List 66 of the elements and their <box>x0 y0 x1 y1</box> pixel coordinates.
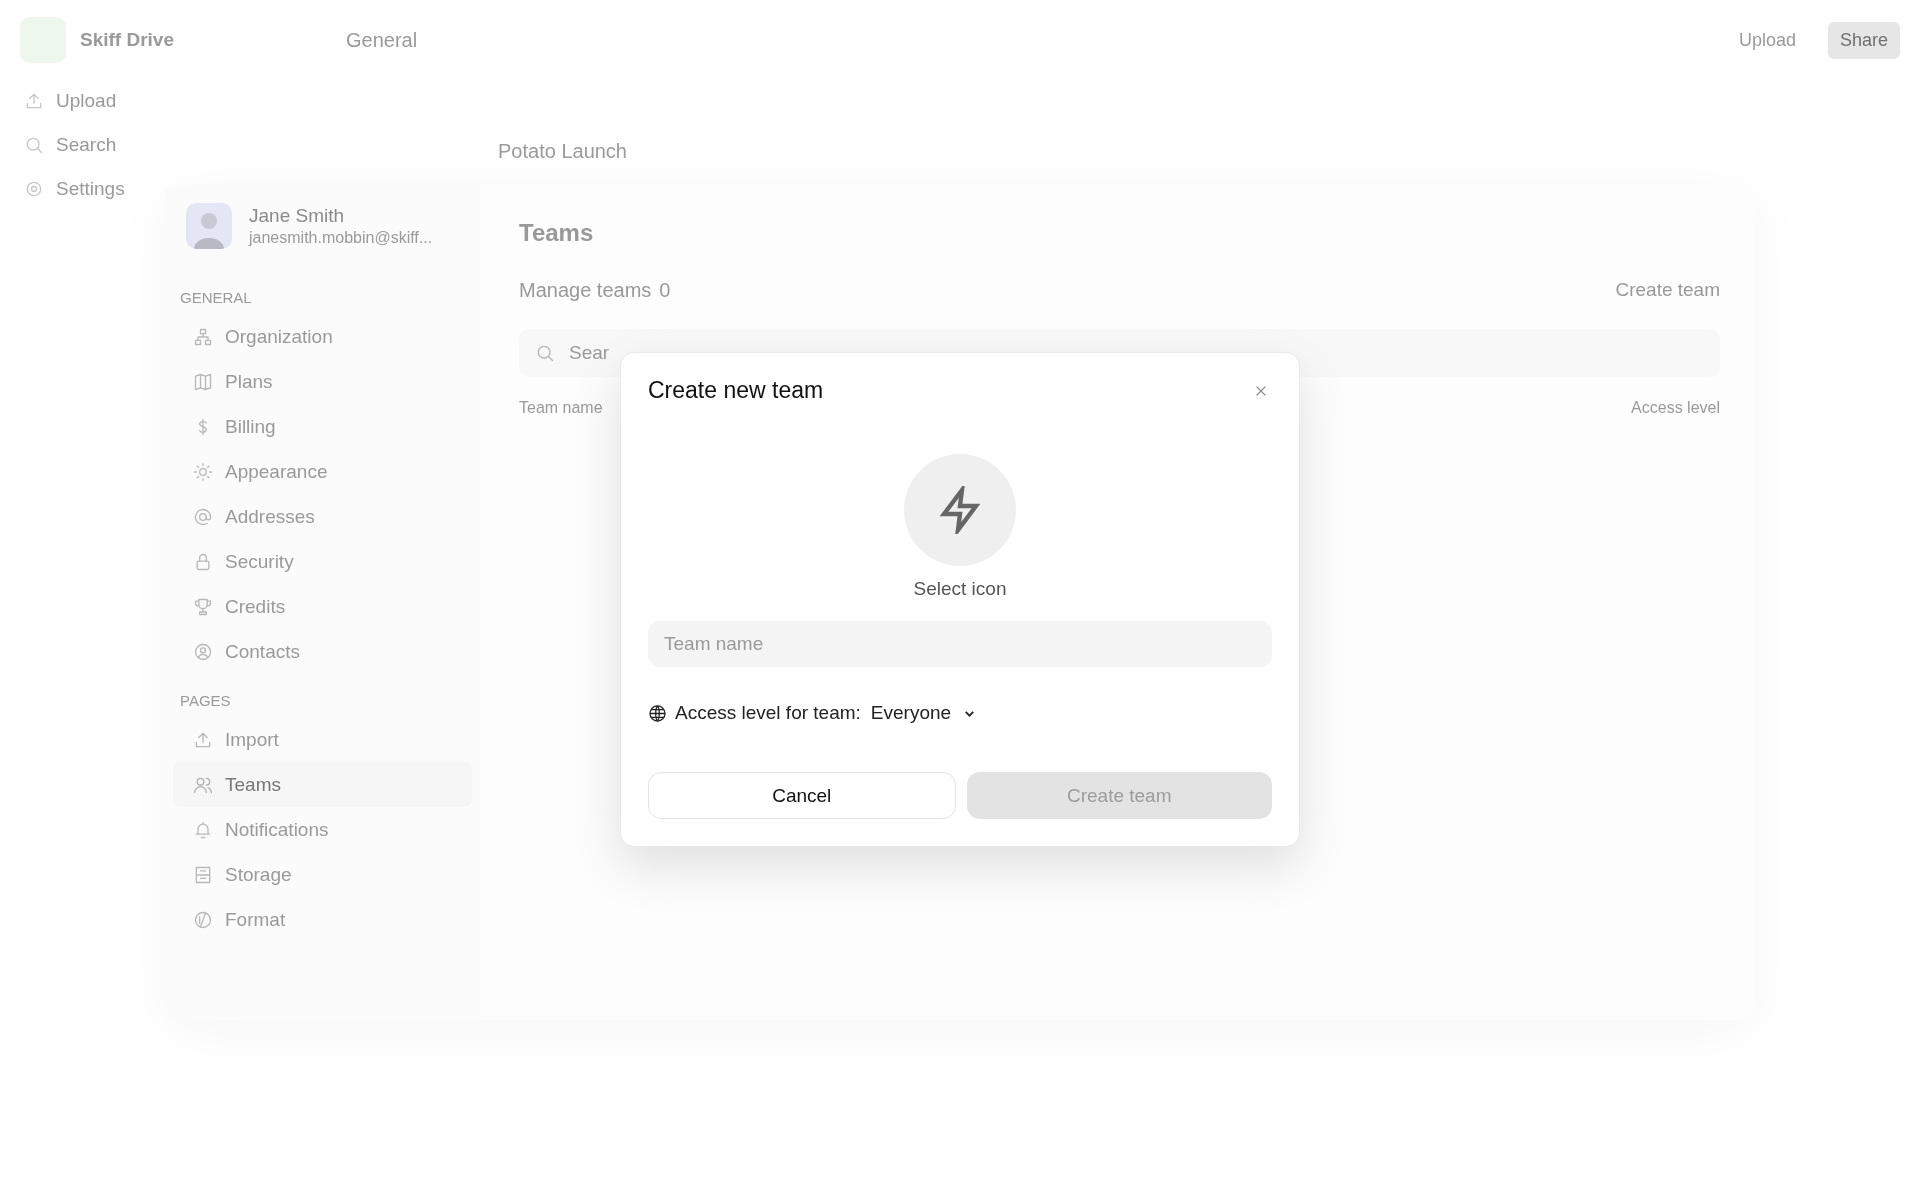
menu-item-label: Organization <box>225 325 333 348</box>
cancel-button[interactable]: Cancel <box>648 772 956 819</box>
settings-menu-item[interactable]: Import <box>173 717 472 762</box>
settings-menu-item[interactable]: Addresses <box>173 494 472 539</box>
menu-item-label: Import <box>225 728 279 751</box>
access-level-dropdown[interactable]: Everyone <box>868 702 977 724</box>
sun-icon <box>193 461 213 482</box>
settings-menu-item[interactable]: Organization <box>173 314 472 359</box>
settings-icon <box>24 179 44 199</box>
team-name-field[interactable]: Team name <box>648 621 1272 667</box>
menu-item-label: Format <box>225 908 286 931</box>
settings-menu-item[interactable]: Appearance <box>173 449 472 494</box>
trophy-icon <box>193 596 213 617</box>
search-icon <box>24 135 44 155</box>
column-header: Access level <box>1631 399 1720 417</box>
menu-item-label: Security <box>225 550 294 573</box>
avatar <box>186 203 232 249</box>
menu-item-label: Teams <box>225 773 281 796</box>
settings-menu-item[interactable]: Format <box>173 897 472 942</box>
folder-name[interactable]: Potato Launch <box>498 140 627 162</box>
section-heading: PAGES <box>179 691 232 711</box>
sidebar-item[interactable]: Settings <box>56 178 125 200</box>
create-team-button[interactable]: Create team <box>1615 273 1720 307</box>
settings-menu-item[interactable]: Plans <box>173 359 472 404</box>
settings-menu-item[interactable]: Credits <box>173 584 472 629</box>
access-level-label: Access level for team: <box>675 702 861 724</box>
menu-item-label: Credits <box>225 595 286 618</box>
settings-menu-item[interactable]: Storage <box>173 852 472 897</box>
menu-item-label: Billing <box>225 415 276 438</box>
app-title: Skiff Drive <box>80 29 174 51</box>
map-icon <box>193 371 213 392</box>
page-title: General <box>346 28 418 52</box>
menu-item-label: Plans <box>225 370 273 393</box>
section-title: Teams <box>519 219 595 247</box>
user-circle-icon <box>193 641 213 662</box>
menu-item-label: Storage <box>225 863 292 886</box>
settings-menu-item[interactable]: Teams <box>173 762 472 807</box>
sidebar-item[interactable]: Upload <box>56 90 117 112</box>
search-placeholder: Sear <box>569 342 610 364</box>
menu-item-label: Addresses <box>225 505 315 528</box>
sidebar-item[interactable]: Search <box>56 134 117 156</box>
team-count: 0 <box>659 278 671 302</box>
section-heading: GENERAL <box>179 288 253 308</box>
globe-icon <box>648 703 667 723</box>
menu-item-label: Appearance <box>225 460 328 483</box>
menu-item-label: Notifications <box>225 818 329 841</box>
select-icon-label: Select icon <box>913 578 1007 600</box>
dialog-title: Create new team <box>648 377 824 404</box>
at-sign-icon <box>193 506 213 527</box>
column-header: Team name <box>519 399 603 417</box>
menu-item-label: Contacts <box>225 640 300 663</box>
search-icon <box>535 343 555 363</box>
user-email: janesmith.mobbin@skiff... <box>249 229 433 247</box>
user-name: Jane Smith <box>249 205 346 227</box>
hierarchy-icon <box>193 326 213 347</box>
settings-menu-item[interactable]: Billing <box>173 404 472 449</box>
bell-icon <box>193 819 213 840</box>
settings-menu-item[interactable]: Security <box>173 539 472 584</box>
settings-menu-item[interactable]: Contacts <box>173 629 472 674</box>
subsection-title: Manage teams <box>519 278 652 302</box>
format-icon <box>193 909 213 930</box>
settings-menu-item[interactable]: Notifications <box>173 807 472 852</box>
storage-icon <box>193 864 213 885</box>
upload-button[interactable]: Upload <box>1726 21 1808 59</box>
upload-icon <box>24 91 44 111</box>
share-button[interactable]: Share <box>1827 21 1900 59</box>
